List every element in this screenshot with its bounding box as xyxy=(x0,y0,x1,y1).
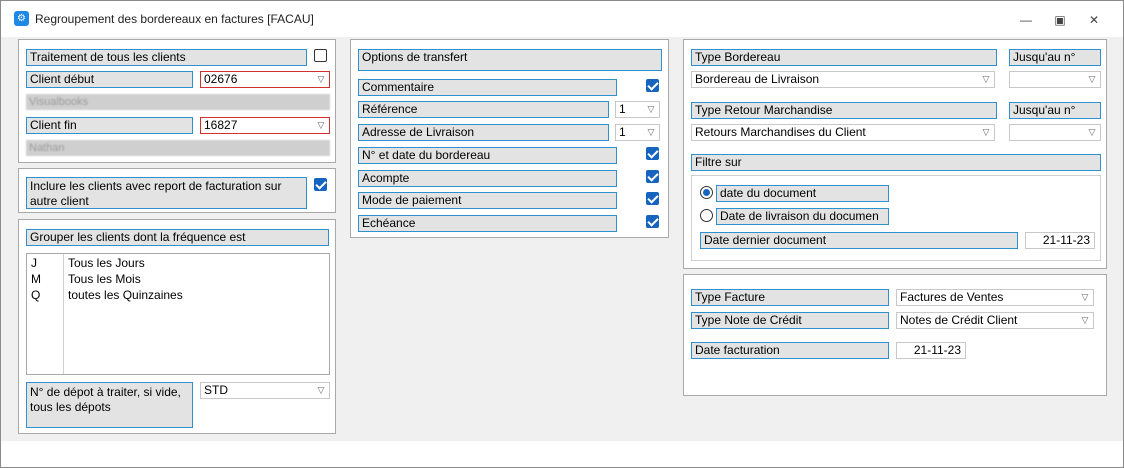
clients-panel: Traitement de tous les clients Client dé… xyxy=(18,39,336,163)
return-upto-combo[interactable]: ▽ xyxy=(1009,124,1101,141)
invoice-date-field[interactable]: 21-11-23 xyxy=(896,342,966,359)
credit-type-value: Notes de Crédit Client xyxy=(900,313,1018,327)
list-item[interactable]: M Tous les Mois xyxy=(27,271,329,287)
transfer-panel: Options de transfert Commentaire Référen… xyxy=(350,39,669,238)
client-end-combo[interactable]: 16827 ▽ xyxy=(200,117,330,134)
last-doc-label: Date dernier document xyxy=(700,232,1018,249)
address-value: 1 xyxy=(619,125,626,139)
comment-label: Commentaire xyxy=(358,79,617,96)
client-start-label: Client début xyxy=(26,71,193,88)
list-item-code: J xyxy=(31,256,37,270)
restore-icon[interactable]: ▣ xyxy=(1045,9,1075,31)
slip-panel: Type Bordereau Jusqu'au n° Bordereau de … xyxy=(683,39,1107,269)
reference-value: 1 xyxy=(619,102,626,116)
transfer-title: Options de transfert xyxy=(358,49,662,71)
slip-type-combo[interactable]: Bordereau de Livraison ▽ xyxy=(691,71,995,88)
chevron-down-icon[interactable]: ▽ xyxy=(979,73,993,86)
treat-all-checkbox[interactable] xyxy=(314,49,327,62)
slip-upto-label: Jusqu'au n° xyxy=(1009,49,1101,66)
deposit-label: Acompte xyxy=(358,170,617,187)
invoice-type-value: Factures de Ventes xyxy=(900,290,1004,304)
client-start-combo[interactable]: 02676 ▽ xyxy=(200,71,330,88)
chevron-down-icon[interactable]: ▽ xyxy=(979,126,993,139)
client-start-name: Visualbooks xyxy=(26,94,330,110)
due-checkbox[interactable] xyxy=(646,215,659,228)
list-item-label: toutes les Quinzaines xyxy=(68,288,183,302)
frequency-list[interactable]: J Tous les Jours M Tous les Mois Q toute… xyxy=(26,253,330,375)
window: ⚙ Regroupement des bordereaux en facture… xyxy=(0,0,1124,468)
chevron-down-icon[interactable]: ▽ xyxy=(314,384,328,397)
last-doc-date-field[interactable]: 21-11-23 xyxy=(1025,232,1095,249)
depot-label: N° de dépot à traiter, si vide, tous les… xyxy=(26,382,193,428)
radio-doc-date[interactable] xyxy=(700,186,713,199)
filter-label: Filtre sur xyxy=(691,154,1101,171)
close-icon[interactable]: ✕ xyxy=(1079,9,1109,31)
address-combo[interactable]: 1 ▽ xyxy=(615,124,660,141)
chevron-down-icon[interactable]: ▽ xyxy=(644,126,658,139)
slip-type-label: Type Bordereau xyxy=(691,49,997,66)
report-panel: Inclure les clients avec report de factu… xyxy=(18,168,336,213)
title-bar: ⚙ Regroupement des bordereaux en facture… xyxy=(1,1,1123,37)
grouping-panel: Grouper les clients dont la fréquence es… xyxy=(18,219,336,434)
chevron-down-icon[interactable]: ▽ xyxy=(1085,126,1099,139)
payment-label: Mode de paiement xyxy=(358,192,617,209)
chevron-down-icon[interactable]: ▽ xyxy=(1085,73,1099,86)
slip-type-value: Bordereau de Livraison xyxy=(695,72,820,86)
reference-label: Référence xyxy=(358,101,609,118)
invoice-date-label: Date facturation xyxy=(691,342,889,359)
list-item-label: Tous les Jours xyxy=(68,256,145,270)
return-type-value: Retours Marchandises du Client xyxy=(695,125,866,139)
chevron-down-icon[interactable]: ▽ xyxy=(644,103,658,116)
invoice-type-combo[interactable]: Factures de Ventes ▽ xyxy=(896,289,1094,306)
list-item-label: Tous les Mois xyxy=(68,272,141,286)
invoice-type-label: Type Facture xyxy=(691,289,889,306)
form-area: Traitement de tous les clients Client dé… xyxy=(1,37,1123,441)
return-type-label: Type Retour Marchandise xyxy=(691,102,997,119)
invoice-panel: Type Facture Factures de Ventes ▽ Type N… xyxy=(683,274,1107,396)
chevron-down-icon[interactable]: ▽ xyxy=(314,119,328,132)
list-item-code: Q xyxy=(31,288,41,302)
slip-upto-combo[interactable]: ▽ xyxy=(1009,71,1101,88)
return-upto-label: Jusqu'au n° xyxy=(1009,102,1101,119)
app-icon: ⚙ xyxy=(14,11,29,26)
radio-delivery-date-label[interactable]: Date de livraison du documen xyxy=(716,208,889,225)
client-end-label: Client fin xyxy=(26,117,193,134)
client-start-value: 02676 xyxy=(204,72,238,86)
reference-combo[interactable]: 1 ▽ xyxy=(615,101,660,118)
chevron-down-icon[interactable]: ▽ xyxy=(1078,291,1092,304)
list-item[interactable]: J Tous les Jours xyxy=(27,255,329,271)
slip-checkbox[interactable] xyxy=(646,147,659,160)
payment-checkbox[interactable] xyxy=(646,192,659,205)
deposit-checkbox[interactable] xyxy=(646,170,659,183)
grouping-label: Grouper les clients dont la fréquence es… xyxy=(26,229,329,246)
list-item[interactable]: Q toutes les Quinzaines xyxy=(27,287,329,303)
depot-combo[interactable]: STD ▽ xyxy=(200,382,330,399)
report-label: Inclure les clients avec report de factu… xyxy=(26,177,307,209)
chevron-down-icon[interactable]: ▽ xyxy=(1078,314,1092,327)
list-item-code: M xyxy=(31,272,41,286)
window-title: Regroupement des bordereaux en factures … xyxy=(35,12,314,26)
report-checkbox[interactable] xyxy=(314,178,327,191)
filter-box: date du document Date de livraison du do… xyxy=(691,175,1101,261)
treat-all-label: Traitement de tous les clients xyxy=(26,49,307,66)
client-end-value: 16827 xyxy=(204,118,238,132)
radio-doc-date-label[interactable]: date du document xyxy=(716,185,889,202)
slip-label: N° et date du bordereau xyxy=(358,147,617,164)
credit-type-label: Type Note de Crédit xyxy=(691,312,889,329)
return-type-combo[interactable]: Retours Marchandises du Client ▽ xyxy=(691,124,995,141)
chevron-down-icon[interactable]: ▽ xyxy=(314,73,328,86)
due-label: Echéance xyxy=(358,215,617,232)
address-label: Adresse de Livraison xyxy=(358,124,609,141)
radio-delivery-date[interactable] xyxy=(700,209,713,222)
depot-value: STD xyxy=(204,383,228,397)
status-strip xyxy=(1,441,1123,467)
credit-type-combo[interactable]: Notes de Crédit Client ▽ xyxy=(896,312,1094,329)
comment-checkbox[interactable] xyxy=(646,79,659,92)
client-end-name: Nathan xyxy=(26,140,330,156)
minimize-icon[interactable]: — xyxy=(1011,9,1041,31)
